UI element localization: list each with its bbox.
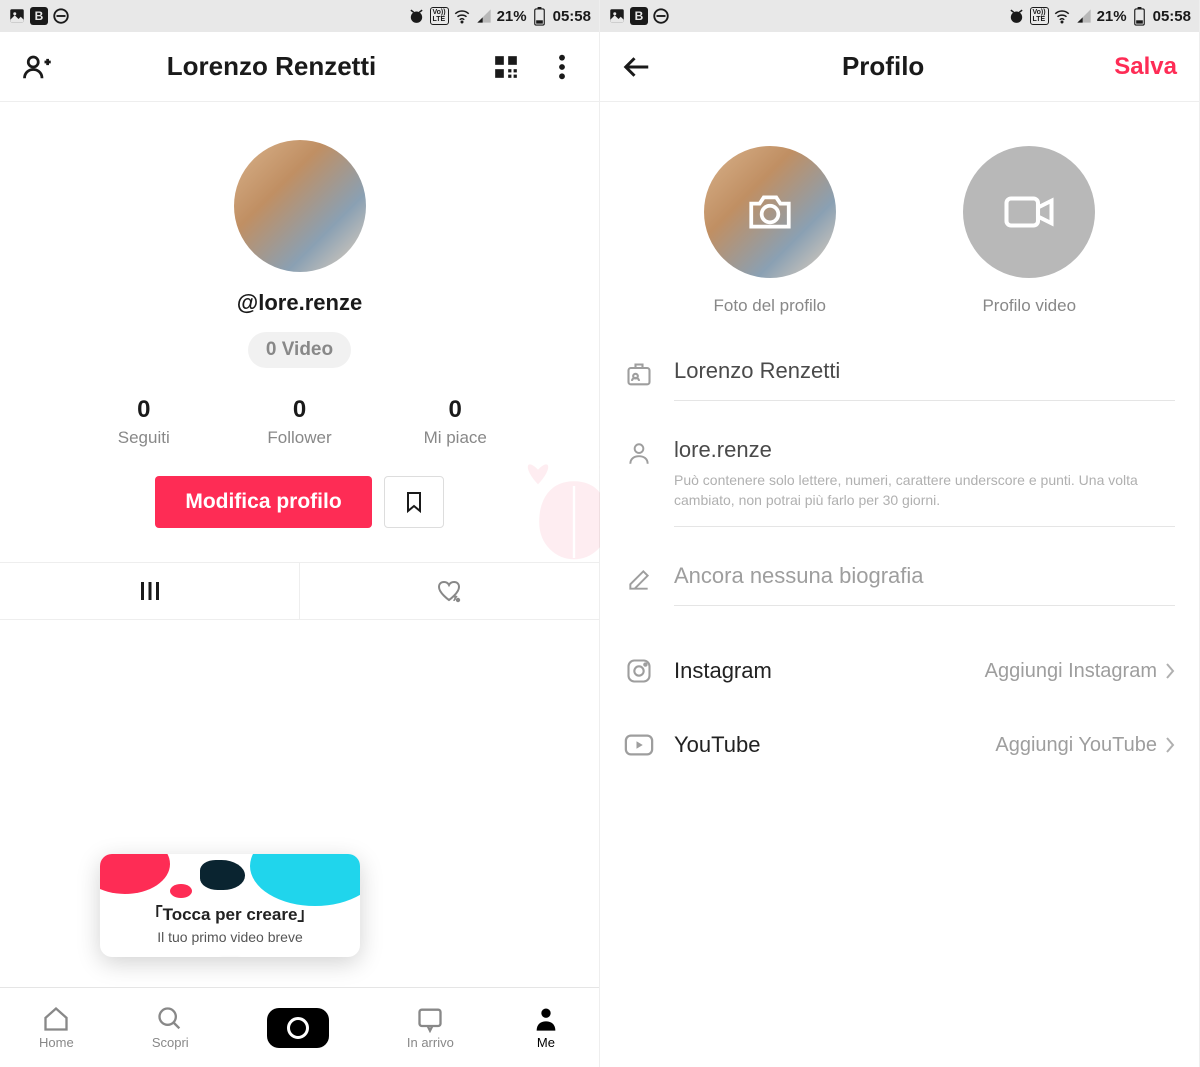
app-header: Profilo Salva <box>600 32 1199 102</box>
signal-icon <box>475 7 493 25</box>
app-header: Lorenzo Renzetti <box>0 32 599 102</box>
instagram-icon <box>624 656 654 686</box>
likes-count: 0 <box>449 396 462 424</box>
nav-home-label: Home <box>39 1035 74 1050</box>
name-badge-icon <box>624 360 654 390</box>
youtube-action: Aggiungi YouTube <box>995 734 1175 757</box>
bold-icon: B <box>30 7 48 25</box>
back-button[interactable] <box>622 52 652 82</box>
signal-icon <box>1075 7 1093 25</box>
battery-percent: 21% <box>497 8 527 25</box>
wifi-icon <box>1053 7 1071 25</box>
instagram-action: Aggiungi Instagram <box>985 660 1175 683</box>
more-button[interactable] <box>547 52 577 82</box>
youtube-label: YouTube <box>674 732 995 758</box>
nav-me[interactable]: Me <box>532 1005 560 1050</box>
battery-percent: 21% <box>1097 8 1127 25</box>
image-icon <box>608 7 626 25</box>
username-field[interactable]: lore.renze Può contenere solo lettere, n… <box>624 419 1175 545</box>
video-count-pill[interactable]: 0 Video <box>248 332 351 368</box>
tab-grid[interactable] <box>0 563 299 619</box>
wifi-icon <box>453 7 471 25</box>
nav-home[interactable]: Home <box>39 1005 74 1050</box>
clock-text: 05:58 <box>553 8 591 25</box>
nav-inbox[interactable]: In arrivo <box>407 1005 454 1050</box>
nav-discover[interactable]: Scopri <box>152 1005 189 1050</box>
likes-label: Mi piace <box>424 428 487 448</box>
username-value: lore.renze <box>674 437 1175 463</box>
photo-label: Foto del profilo <box>714 296 826 316</box>
youtube-link-row[interactable]: YouTube Aggiungi YouTube <box>624 708 1175 782</box>
following-label: Seguiti <box>118 428 170 448</box>
username: @lore.renze <box>237 290 362 316</box>
edit-icon <box>624 565 654 595</box>
person-icon <box>624 439 654 469</box>
following-count: 0 <box>137 396 150 424</box>
change-video-button[interactable] <box>963 146 1095 278</box>
tab-liked[interactable] <box>299 563 599 619</box>
bottom-nav: Home Scopri In arrivo Me <box>0 987 599 1067</box>
followers-stat[interactable]: 0 Follower <box>222 396 378 448</box>
profile-screen: B Vo))LTE 21% 05:58 Lorenzo Renzetti <box>0 0 600 1067</box>
change-photo-button[interactable] <box>704 146 836 278</box>
create-tooltip[interactable]: 「Tocca per creare」 Il tuo primo video br… <box>100 854 360 957</box>
image-icon <box>8 7 26 25</box>
tooltip-decoration <box>100 854 360 902</box>
followers-count: 0 <box>293 396 306 424</box>
save-button[interactable]: Salva <box>1114 53 1177 81</box>
nav-me-label: Me <box>537 1035 555 1050</box>
stats-row: 0 Seguiti 0 Follower 0 Mi piace <box>66 396 533 448</box>
dnd-icon <box>652 7 670 25</box>
avatar[interactable] <box>234 140 366 272</box>
header-title: Lorenzo Renzetti <box>167 51 376 82</box>
bio-placeholder: Ancora nessuna biografia <box>674 563 1175 589</box>
battery-icon <box>1131 7 1149 25</box>
username-help: Può contenere solo lettere, numeri, cara… <box>674 471 1175 510</box>
name-value: Lorenzo Renzetti <box>674 358 1175 384</box>
alarm-icon <box>1008 7 1026 25</box>
nav-inbox-label: In arrivo <box>407 1035 454 1050</box>
bookmark-button[interactable] <box>384 476 444 528</box>
edit-body: Foto del profilo Profilo video Lorenzo R… <box>600 102 1199 1067</box>
bio-field[interactable]: Ancora nessuna biografia <box>624 545 1175 624</box>
following-stat[interactable]: 0 Seguiti <box>66 396 222 448</box>
bold-icon: B <box>630 7 648 25</box>
status-bar: B Vo))LTE 21% 05:58 <box>600 0 1199 32</box>
header-title: Profilo <box>842 51 924 82</box>
name-field[interactable]: Lorenzo Renzetti <box>624 340 1175 419</box>
likes-stat[interactable]: 0 Mi piace <box>377 396 533 448</box>
clock-text: 05:58 <box>1153 8 1191 25</box>
video-label: Profilo video <box>982 296 1076 316</box>
nav-create[interactable] <box>267 1008 329 1048</box>
add-friend-button[interactable] <box>22 52 52 82</box>
edit-profile-screen: B Vo))LTE 21% 05:58 Profilo Salva <box>600 0 1200 1067</box>
followers-label: Follower <box>267 428 331 448</box>
nav-discover-label: Scopri <box>152 1035 189 1050</box>
volte-icon: Vo))LTE <box>1030 7 1049 25</box>
alarm-icon <box>408 7 426 25</box>
dnd-icon <box>52 7 70 25</box>
battery-icon <box>531 7 549 25</box>
content-tabs <box>0 562 599 620</box>
status-bar: B Vo))LTE 21% 05:58 <box>0 0 599 32</box>
tooltip-subtitle: Il tuo primo video breve <box>114 929 346 945</box>
volte-icon: Vo))LTE <box>430 7 449 25</box>
instagram-link-row[interactable]: Instagram Aggiungi Instagram <box>624 634 1175 708</box>
qr-button[interactable] <box>491 52 521 82</box>
youtube-icon <box>624 730 654 760</box>
instagram-label: Instagram <box>674 658 985 684</box>
edit-profile-button[interactable]: Modifica profilo <box>155 476 371 528</box>
